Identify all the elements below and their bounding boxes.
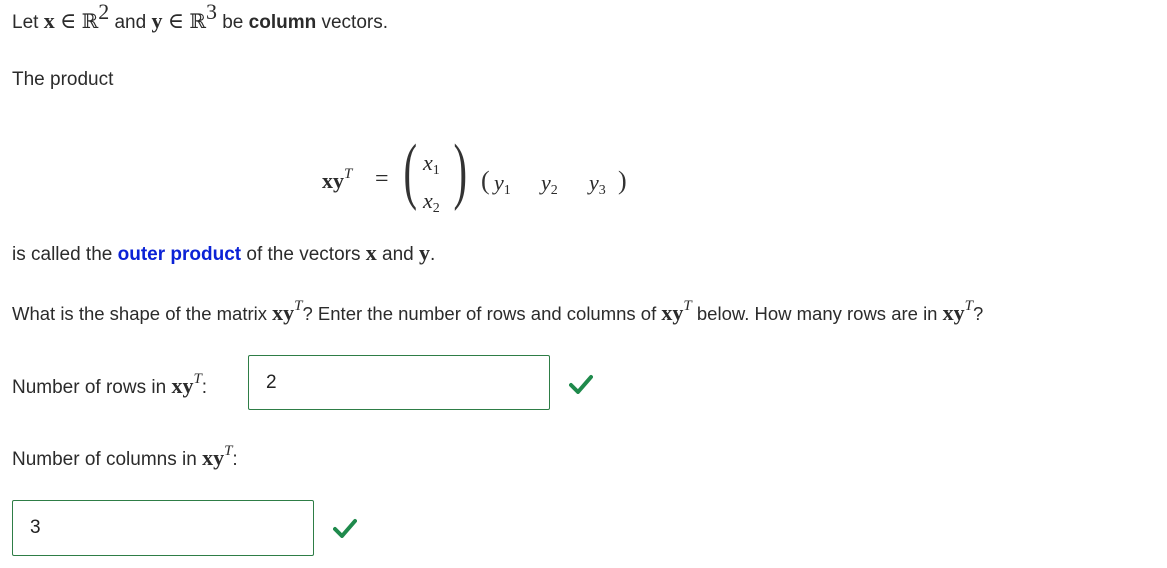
- question-text: What is the shape of the matrix xyT? Ent…: [12, 298, 984, 326]
- left-paren: (: [403, 130, 418, 212]
- definition-and: and: [382, 244, 414, 265]
- intro-vectors: vectors.: [321, 12, 389, 33]
- intro-line: Let x ∈ ℝ2 and y ∈ ℝ3 be column vectors.: [12, 1, 389, 34]
- row-left-paren: (: [481, 166, 490, 195]
- columns-input-value: 3: [30, 517, 41, 538]
- y1-entry: y1: [494, 170, 511, 198]
- definition-end: .: [430, 244, 436, 265]
- intro-be: be: [222, 12, 244, 33]
- matrix-xyT: xyT: [272, 298, 303, 326]
- question-page: Let x ∈ ℝ2 and y ∈ ℝ3 be column vectors.…: [0, 0, 1167, 568]
- outer-product-equation: xyT = ( x1 x2 ) ( y1 y2 y3 ): [322, 134, 642, 218]
- product-label: The product: [12, 69, 114, 90]
- column-keyword: column: [248, 12, 317, 33]
- x2-entry: x2: [423, 188, 440, 216]
- vector-y: y: [419, 240, 431, 265]
- rows-input-value: 2: [266, 371, 277, 393]
- dimension-exponent: 2: [98, 0, 110, 24]
- matrix-xyT: xyT: [202, 443, 233, 471]
- vector-x: x: [365, 240, 377, 265]
- y2-entry: y2: [541, 170, 558, 198]
- equation-lhs: xyT: [322, 166, 353, 194]
- rows-field-label: Number of rows in xyT:: [12, 371, 208, 399]
- element-of-symbol: ∈: [167, 8, 185, 33]
- element-of-symbol: ∈: [59, 8, 77, 33]
- vector-y: y: [151, 8, 163, 33]
- columns-input[interactable]: 3: [12, 500, 314, 556]
- row-right-paren: ): [618, 166, 627, 195]
- real-numbers-symbol: ℝ: [189, 9, 206, 33]
- columns-field-label: Number of columns in xyT:: [12, 443, 238, 471]
- checkmark-icon: [569, 375, 593, 394]
- checkmark-icon: [333, 519, 357, 538]
- matrix-xyT: xyT: [661, 298, 692, 326]
- rows-input[interactable]: 2: [248, 355, 550, 410]
- definition-line: is called the outer product of the vecto…: [12, 240, 435, 266]
- matrix-xyT: xyT: [942, 298, 973, 326]
- matrix-xyT: xyT: [171, 371, 202, 399]
- intro-and: and: [114, 12, 147, 33]
- equals-sign: =: [375, 166, 389, 192]
- x1-entry: x1: [423, 150, 440, 178]
- intro-prefix: Let: [12, 12, 39, 33]
- definition-prefix: is called the: [12, 244, 113, 265]
- definition-suffix: of the vectors: [246, 244, 361, 265]
- dimension-exponent: 3: [205, 0, 217, 24]
- vector-x: x: [43, 8, 55, 33]
- real-numbers-symbol: ℝ: [81, 9, 99, 33]
- outer-product-term: outer product: [117, 244, 242, 265]
- y3-entry: y3: [589, 170, 606, 198]
- right-paren: ): [453, 130, 468, 212]
